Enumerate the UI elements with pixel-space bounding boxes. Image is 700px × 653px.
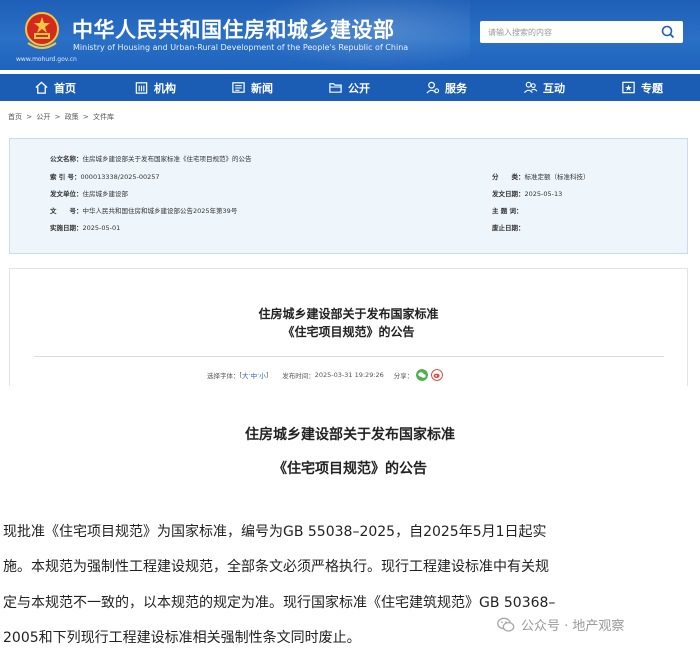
meta-index-label: 索 引 号：	[50, 173, 81, 181]
meta-category-label: 分 类：	[492, 173, 525, 181]
meta-index-value: 000013338/2025-00257	[80, 173, 160, 181]
article-title-line1: 住房城乡建设部关于发布国家标准	[258, 307, 439, 321]
document-metadata: 公文名称：住房城乡建设部关于发布国家标准《住宅项目规范》的公告 索 引 号：00…	[9, 138, 688, 254]
meta-title-label: 公文名称：	[50, 155, 83, 163]
breadcrumb-separator: >	[26, 113, 33, 121]
nav-label: 公开	[348, 81, 370, 95]
nav-label: 服务	[445, 81, 467, 95]
body-title-line2: 《住宅项目规范》的公告	[273, 461, 427, 477]
nav-label: 机构	[154, 81, 176, 95]
meta-repeal-label: 废止日期：	[492, 224, 525, 232]
nav-item-interaction[interactable]: 互动	[523, 74, 565, 101]
breadcrumb-separator: >	[82, 113, 89, 121]
breadcrumb-home[interactable]: 首页	[8, 113, 22, 121]
news-icon	[232, 82, 245, 93]
article-card: 住房城乡建设部关于发布国家标准 《住宅项目规范》的公告 选择字体： [ 大 · …	[9, 268, 688, 386]
meta-category-row: 分 类：标准定额（标准科技）	[492, 171, 590, 181]
meta-category-value: 标准定额（标准科技）	[524, 173, 590, 181]
search-icon[interactable]	[659, 24, 677, 40]
national-emblem-icon[interactable]	[24, 11, 60, 51]
site-header: 中华人民共和国住房和城乡建设部 Ministry of Housing and …	[0, 0, 700, 70]
search-box	[480, 21, 683, 43]
meta-subject-label: 主 题 词：	[492, 207, 523, 215]
nav-item-public[interactable]: 公开	[328, 74, 370, 101]
paragraph-line: 施。本规范为强制性工程建设规范，全部条文必须严格执行。现行工程建设标准中有关规	[3, 559, 549, 575]
bracket-close: ]	[265, 371, 269, 379]
user-service-icon	[426, 81, 440, 94]
paragraph-line: 定与本规范不一致的，以本规范的规定为准。现行国家标准《住宅建筑规范》GB 503…	[3, 595, 556, 611]
folder-icon	[329, 83, 342, 93]
meta-docno-label: 文 号：	[50, 207, 83, 215]
topic-icon	[622, 81, 635, 94]
meta-date-value: 2025-05-13	[524, 190, 563, 198]
paragraph-line: 现批准《住宅项目规范》为国家标准，编号为GB 55038–2025，自2025年…	[3, 524, 547, 540]
article-title-line2: 《住宅项目规范》的公告	[282, 325, 415, 339]
wechat-watermark: 公众号 · 地产观察	[497, 615, 624, 634]
meta-effective-label: 实施日期：	[50, 224, 83, 232]
meta-effective-row: 实施日期：2025-05-01	[50, 222, 120, 232]
breadcrumb-policy[interactable]: 政策	[65, 113, 79, 121]
main-nav: 首页 机构 新闻 公开 服务 互动 专题	[0, 74, 700, 101]
nav-label: 新闻	[251, 81, 273, 95]
meta-repeal-row: 废止日期：	[492, 222, 525, 232]
wechat-share-icon[interactable]	[416, 369, 429, 381]
weibo-share-icon[interactable]	[431, 369, 444, 381]
meta-title-row: 公文名称：住房城乡建设部关于发布国家标准《住宅项目规范》的公告	[50, 153, 252, 163]
breadcrumb-public[interactable]: 公开	[36, 113, 50, 121]
meta-issuer-value: 住房城乡建设部	[82, 190, 129, 198]
body-title-line1: 住房城乡建设部关于发布国家标准	[245, 427, 455, 443]
font-size-label: 选择字体：	[207, 372, 240, 380]
meta-subject-row: 主 题 词：	[492, 205, 523, 215]
meta-index-row: 索 引 号：000013338/2025-00257	[50, 171, 160, 181]
nav-item-service[interactable]: 服务	[425, 74, 467, 101]
site-subtitle: Ministry of Housing and Urban-Rural Deve…	[73, 43, 409, 52]
interaction-icon	[523, 81, 538, 94]
meta-issuer-row: 发文单位：住房城乡建设部	[50, 188, 128, 198]
site-title[interactable]: 中华人民共和国住房和城乡建设部	[72, 14, 395, 44]
site-domain: www.mohurd.gov.cn	[16, 56, 77, 63]
meta-title-value: 住房城乡建设部关于发布国家标准《住宅项目规范》的公告	[82, 155, 252, 163]
meta-date-label: 发文日期：	[492, 190, 525, 198]
wechat-icon	[497, 617, 515, 632]
meta-docno-value: 中华人民共和国住房和城乡建设部公告2025年第39号	[82, 207, 238, 215]
publish-time-value: 2025-03-31 19:29:26	[314, 371, 384, 379]
meta-issuer-label: 发文单位：	[50, 190, 83, 198]
share-label: 分享：	[393, 372, 414, 380]
breadcrumb-library[interactable]: 文件库	[93, 113, 114, 121]
nav-label: 互动	[543, 81, 565, 95]
meta-date-row: 发文日期：2025-05-13	[492, 188, 562, 198]
divider	[34, 356, 664, 357]
breadcrumb: 首页 > 公开 > 政策 > 文件库	[8, 112, 116, 122]
nav-item-topic[interactable]: 专题	[621, 74, 663, 101]
meta-docno-row: 文 号：中华人民共和国住房和城乡建设部公告2025年第39号	[50, 205, 237, 215]
nav-item-organization[interactable]: 机构	[134, 74, 176, 101]
publish-time-label: 发布时间：	[282, 372, 315, 380]
nav-label: 首页	[54, 81, 76, 95]
paragraph-line: 2005和下列现行工程建设标准相关强制性条文同时废止。	[3, 630, 361, 646]
home-icon	[35, 81, 48, 94]
building-icon	[135, 82, 148, 94]
article-tools: 选择字体： [ 大 · 中 · 小 ] 发布时间： 2025-03-31 19:…	[207, 369, 444, 381]
search-input[interactable]	[480, 21, 656, 43]
nav-label: 专题	[641, 81, 663, 95]
watermark-text: 公众号 · 地产观察	[521, 619, 625, 634]
nav-item-news[interactable]: 新闻	[231, 74, 273, 101]
nav-item-home[interactable]: 首页	[34, 74, 76, 101]
meta-effective-value: 2025-05-01	[82, 224, 121, 232]
breadcrumb-separator: >	[54, 113, 61, 121]
